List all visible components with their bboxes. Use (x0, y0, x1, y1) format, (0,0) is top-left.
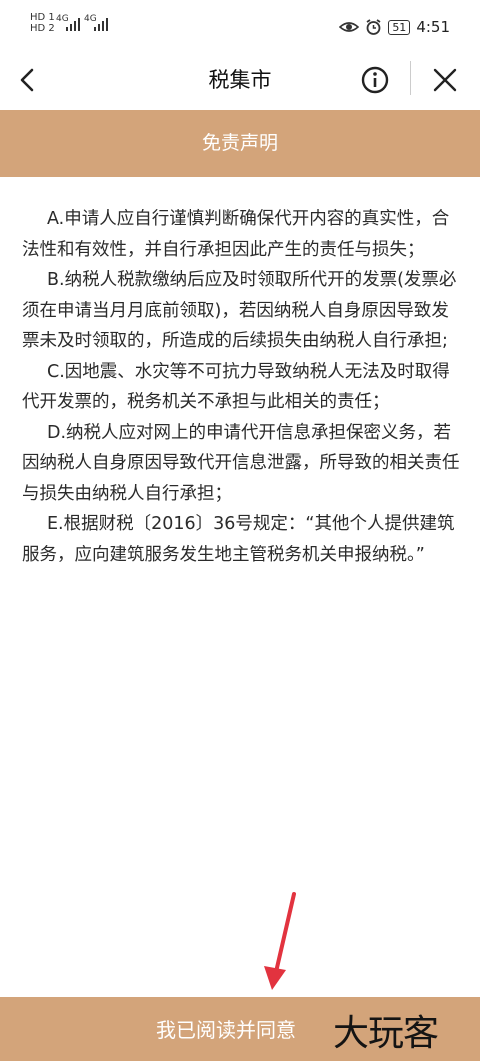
sim-indicators: HD 1 HD 2 (30, 12, 55, 34)
disclaimer-paragraph-c: C.因地震、水灾等不可抗力导致纳税人无法及时取得代开发票的，税务机关不承担与此相… (22, 361, 450, 413)
nav-divider (410, 61, 411, 95)
sim2-label: HD 2 (30, 23, 55, 34)
sim1-label: HD 1 (30, 12, 55, 23)
signal1-icon (66, 18, 80, 31)
close-icon (433, 68, 457, 92)
info-icon (361, 66, 389, 94)
watermark-logo: 大玩客 (333, 1013, 439, 1054)
navigation-bar: 税集市 (0, 52, 480, 110)
alarm-icon (366, 18, 381, 35)
clock: 4:51 (416, 18, 450, 36)
status-bar: HD 1 HD 2 4G 4G 51 4:51 (0, 0, 480, 52)
disclaimer-content: A.申请人应自行谨慎判断确保代开内容的真实性，合法性和有效性，并自行承担因此产生… (22, 204, 462, 570)
page-title: 税集市 (208, 68, 272, 92)
eye-icon (339, 22, 360, 32)
disclaimer-paragraph-b: B.纳税人税款缴纳后应及时领取所代开的发票(发票必须在申请当月月底前领取)，若因… (22, 270, 457, 351)
disclaimer-paragraph-a: A.申请人应自行谨慎判断确保代开内容的真实性，合法性和有效性，并自行承担因此产生… (22, 209, 450, 260)
agree-button-label: 我已阅读并同意 (156, 1018, 296, 1042)
disclaimer-paragraph-e: E.根据财税〔2016〕36号规定：“其他个人提供建筑服务，应向建筑服务发生地主… (22, 514, 455, 565)
annotation-arrow-icon (264, 892, 296, 990)
info-button[interactable] (357, 60, 393, 100)
disclaimer-banner: 免责声明 (0, 110, 480, 177)
close-button[interactable] (425, 60, 465, 100)
agree-button[interactable]: 我已阅读并同意 大玩客 (0, 997, 480, 1061)
disclaimer-paragraph-d: D.纳税人应对网上的申请代开信息承担保密义务，若因纳税人自身原因导致代开信息泄露… (22, 422, 460, 504)
battery-indicator: 51 (388, 19, 411, 35)
signal2-icon (94, 18, 108, 31)
status-right: 51 4:51 (339, 18, 450, 36)
